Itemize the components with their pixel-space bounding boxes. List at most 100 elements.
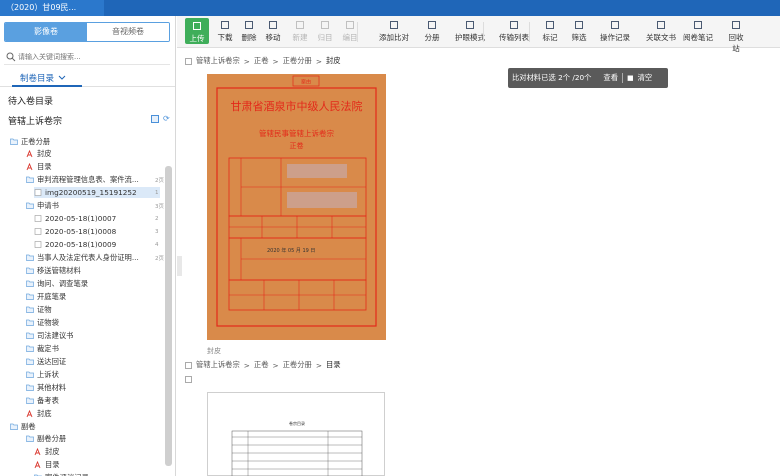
catalog-icon [321, 21, 329, 29]
toolbar-button[interactable]: 删除 [239, 20, 259, 46]
tree-item[interactable]: 目录 [26, 161, 160, 172]
tree-item[interactable]: 2020-05-18(1)0007 2 [34, 213, 160, 224]
tree-item-label: 封底 [37, 408, 52, 418]
tree-item[interactable]: 正卷分册 [10, 136, 160, 147]
tree-item[interactable]: 证物 [26, 304, 160, 315]
tree-item[interactable]: 2020-05-18(1)0009 4 [34, 239, 160, 250]
tree-item[interactable]: 副卷分册 [26, 433, 160, 444]
toolbar-button[interactable]: 移动 [263, 20, 283, 46]
tree-item[interactable]: 目录 [34, 459, 160, 470]
tree-item[interactable]: 移送管辖材料 [26, 265, 160, 276]
tree-item[interactable]: 当事人及法定代表人身份证明... 2页 [26, 252, 164, 263]
tree-item-label: 2020-05-18(1)0007 [45, 214, 117, 223]
tree-item-label: 案件评议记录 [45, 473, 89, 476]
toolbar-button[interactable]: 归目 [315, 20, 335, 46]
tree-item-label: 封皮 [45, 446, 60, 456]
tree-item[interactable]: 证物袋 [26, 317, 160, 328]
doc-checkbox[interactable] [185, 361, 192, 369]
case-tab[interactable]: （2020）甘09民... [0, 0, 104, 16]
tab-av-volume[interactable]: 音视频卷 [87, 23, 169, 41]
tree-item[interactable]: 送达回证 [26, 356, 160, 367]
toolbar-button[interactable]: 阅卷笔记 [683, 20, 713, 46]
pdf-icon [26, 162, 33, 170]
search-icon [6, 52, 16, 61]
tree-item[interactable]: 司法建议书 [26, 330, 160, 341]
refresh-icon[interactable]: ⟳ [163, 114, 171, 123]
tree-item-label: 送达回证 [37, 356, 67, 366]
cover-date: 2020 年 05 月 19 日 [267, 247, 315, 254]
chevron-down-icon [58, 75, 66, 80]
compare-view-link[interactable]: 查看 [603, 73, 618, 83]
breadcrumb-item[interactable]: 管辖上诉卷宗 [196, 360, 240, 370]
cover-title: 管辖民事管辖上诉卷宗 [259, 128, 334, 138]
toolbar-button[interactable]: 护眼模式 [453, 20, 487, 46]
folder-icon [26, 358, 34, 365]
note-icon [694, 21, 702, 29]
toolbar-button-label: 护眼模式 [455, 33, 485, 42]
folder-icon [26, 371, 34, 378]
sidebar-scrollbar[interactable] [165, 166, 172, 466]
tree-item-count: 3页 [155, 203, 164, 210]
breadcrumb-item[interactable]: 正卷 [254, 360, 269, 370]
recycle-icon [732, 21, 740, 29]
breadcrumb-item[interactable]: 管辖上诉卷宗 [196, 56, 240, 66]
tree-item[interactable]: 备考表 [26, 395, 160, 406]
toolbar-button[interactable]: 标记 [539, 20, 561, 46]
tree-item[interactable]: 封底 [26, 408, 160, 419]
move-icon [269, 21, 277, 29]
toolbar-button[interactable]: 新建 [289, 20, 311, 46]
breadcrumb-item[interactable]: 正卷分册 [283, 56, 312, 66]
breadcrumb-item[interactable]: 正卷分册 [283, 360, 312, 370]
tree-item[interactable]: 封皮 [26, 148, 160, 159]
compare-clear-link[interactable]: 清空 [638, 73, 653, 83]
toolbar-button[interactable]: 传输列表 [497, 20, 531, 46]
folder-icon [26, 293, 34, 300]
tree-item-label: 移送管辖材料 [37, 265, 81, 275]
toolbar-button[interactable]: 关联文书 [643, 20, 679, 46]
tree-item-label: 申请书 [37, 200, 59, 210]
file-icon [34, 241, 42, 248]
folder-icon [26, 319, 34, 326]
select-all-checkbox[interactable] [151, 115, 159, 123]
divider [622, 73, 623, 83]
panel-collapse-handle[interactable] [177, 256, 182, 276]
breadcrumb-item[interactable]: 正卷 [254, 56, 269, 66]
file-icon [34, 189, 42, 196]
tree-item[interactable]: 开庭笔录 [26, 291, 160, 302]
doc-checkbox[interactable] [185, 376, 192, 383]
tree-item[interactable]: 裁定书 [26, 343, 160, 354]
dir-tab[interactable]: 制卷目录 [20, 71, 66, 85]
tree-item[interactable]: 申请书 3页 [26, 200, 164, 211]
search-box [4, 49, 170, 65]
tree-item[interactable]: 其他材料 [26, 382, 160, 393]
tab-image-volume[interactable]: 影像卷 [5, 23, 87, 41]
catalog-page-thumbnail[interactable]: 卷宗目录 [207, 392, 385, 476]
tree-item[interactable]: 审判流程管理信息表、案件流... 2页 [26, 174, 164, 185]
tree-item[interactable]: 询问、调查笔录 [26, 278, 160, 289]
page-label: 封皮 [207, 347, 221, 355]
toolbar-button[interactable]: 筛选 [567, 20, 591, 46]
toolbar-button[interactable]: 添加比对 [377, 20, 411, 46]
tree-item[interactable]: 案件评议记录 [34, 472, 160, 476]
link-doc-icon [657, 21, 665, 29]
toolbar-button-label: 标记 [542, 33, 558, 42]
tree-item[interactable]: 2020-05-18(1)0008 3 [34, 226, 160, 237]
toolbar-button[interactable]: 操作记录 [597, 20, 633, 46]
folder-icon [26, 345, 34, 352]
toolbar-button[interactable]: 上传 [185, 18, 209, 44]
tree-item-label: 开庭笔录 [37, 291, 67, 301]
toolbar-button[interactable]: 回收站 [725, 20, 747, 53]
tree-item[interactable]: 封皮 [34, 446, 160, 457]
tree-item[interactable]: 副卷 [10, 421, 160, 432]
tree-item[interactable]: 上诉状 [26, 369, 160, 380]
search-input[interactable] [18, 52, 168, 61]
toolbar-button[interactable]: 下载 [215, 20, 235, 46]
tree-item-count: 3 [155, 228, 159, 235]
doc-checkbox[interactable] [185, 57, 192, 65]
tree-item[interactable]: img20200519_15191252 1 [34, 187, 160, 198]
cover-page-thumbnail[interactable]: 甘肃省酒泉市中级人民法院 管辖民事管辖上诉卷宗 正卷 案由 2020 年 05 … [207, 74, 386, 340]
toolbar-button[interactable]: 分册 [421, 20, 443, 46]
tree-item-label: 证物袋 [37, 317, 59, 327]
folder-icon [26, 306, 34, 313]
folder-icon [26, 384, 34, 391]
